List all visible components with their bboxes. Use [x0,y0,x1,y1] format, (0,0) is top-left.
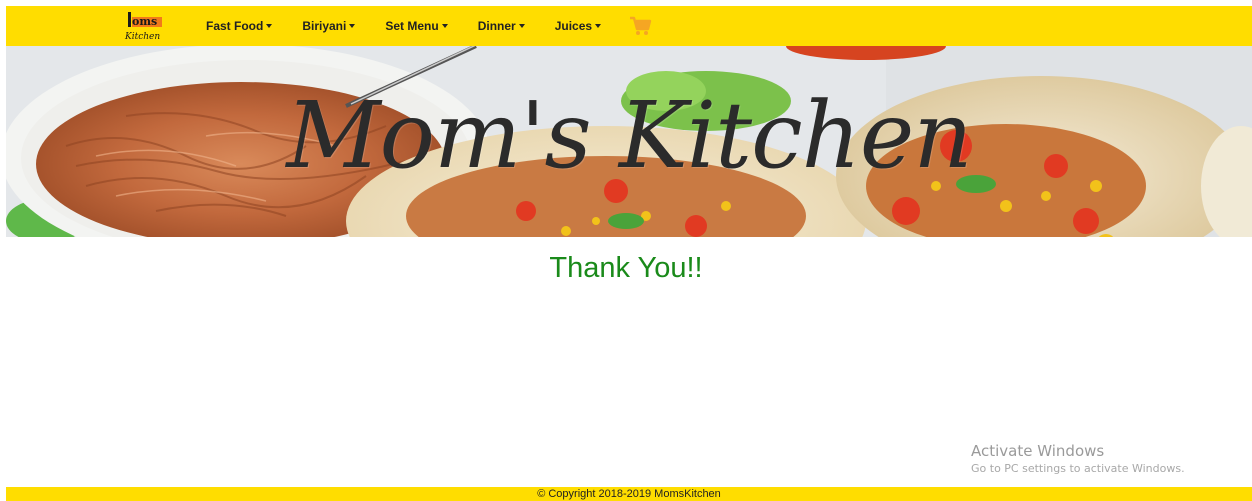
caret-down-icon [441,24,448,28]
footer: © Copyright 2018-2019 MomsKitchen [6,487,1252,501]
nav-item-label: Dinner [477,19,516,33]
caret-down-icon [266,24,273,28]
page: oms Kitchen Fast Food Biriyani Set Menu … [0,0,1252,501]
nav-item-dinner[interactable]: Dinner [478,19,525,33]
nav-item-label: Fast Food [206,19,264,33]
nav-item-label: Biriyani [302,19,347,33]
caret-down-icon [595,24,602,28]
nav-item-juices[interactable]: Juices [554,19,602,33]
brand-logo[interactable]: oms Kitchen [119,8,167,44]
nav-item-biriyani[interactable]: Biriyani [302,19,356,33]
nav-item-fast-food[interactable]: Fast Food [206,19,273,33]
copyright-text: © Copyright 2018-2019 MomsKitchen [537,488,721,500]
hero-title: Mom's Kitchen [286,82,972,189]
nav-item-set-menu[interactable]: Set Menu [385,19,448,33]
logo-text-top: oms [132,15,157,28]
shopping-cart-icon[interactable] [629,15,653,37]
nav-menu: Fast Food Biriyani Set Menu Dinner Juice… [206,6,653,46]
activate-windows-title: Activate Windows [971,442,1105,460]
activate-windows-subtitle: Go to PC settings to activate Windows. [971,462,1185,475]
caret-down-icon [349,24,356,28]
hero-banner: Mom's Kitchen [6,46,1252,237]
nav-item-label: Juices [554,19,593,33]
logo-text-bottom: Kitchen [124,32,160,42]
caret-down-icon [518,24,525,28]
thank-you-message: Thank You!! [549,252,703,284]
nav-item-label: Set Menu [385,19,439,33]
navbar: oms Kitchen Fast Food Biriyani Set Menu … [6,6,1252,46]
